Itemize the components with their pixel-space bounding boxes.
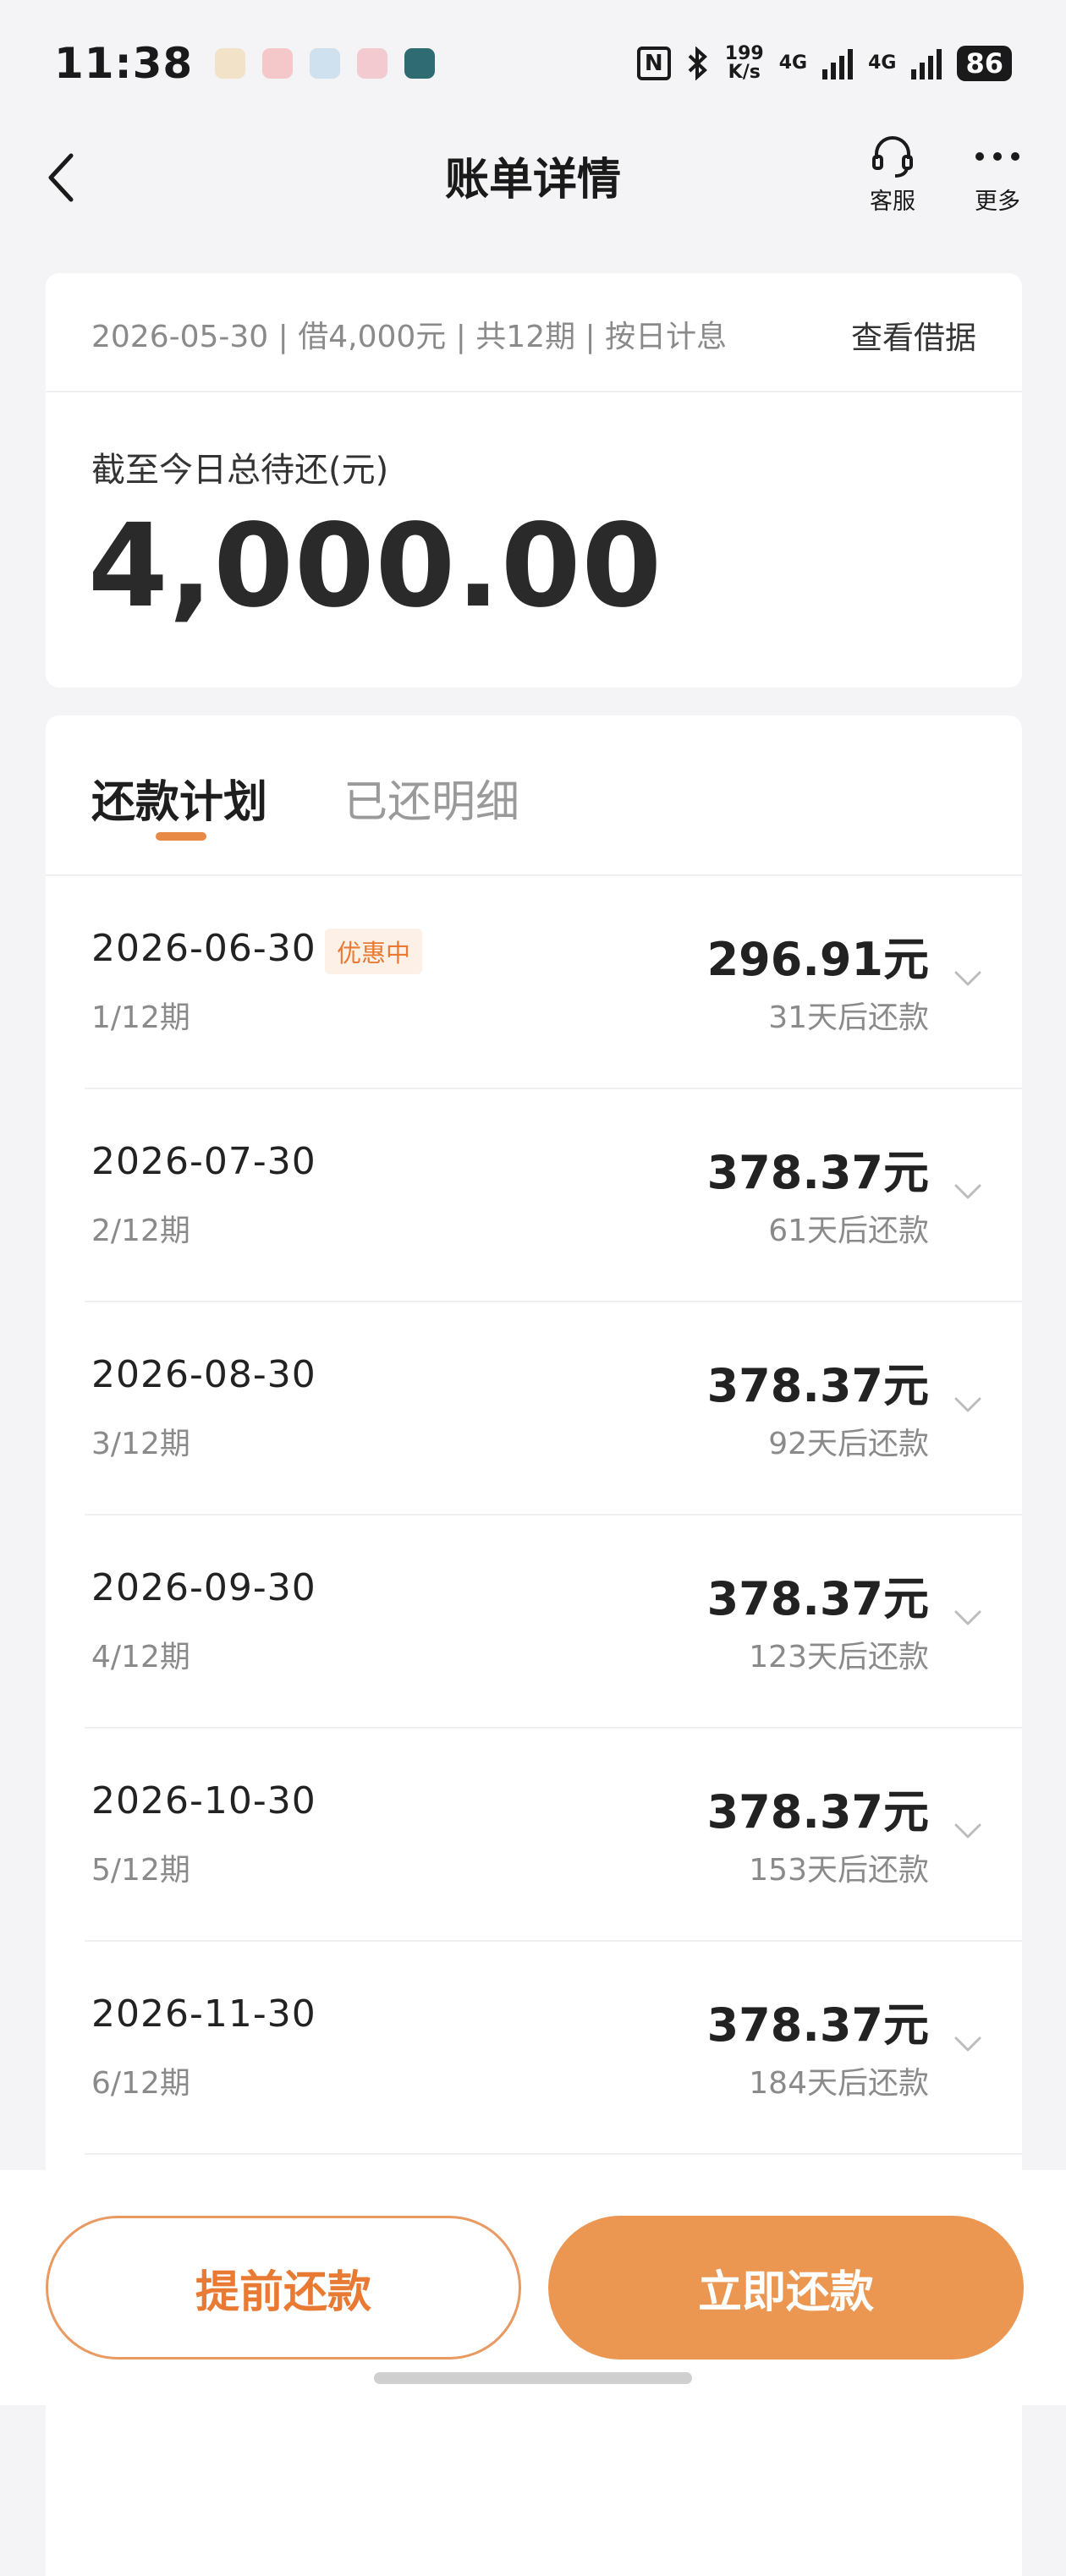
- tab-paid-details[interactable]: 已还明细: [343, 766, 519, 830]
- tab-active-indicator: [156, 832, 206, 841]
- installment-days-left: 184天后还款: [749, 2066, 929, 2101]
- installment-period: 3/12期: [91, 1427, 190, 1461]
- notification-app-icon: [357, 48, 388, 79]
- installment-amount: 378.37元: [706, 1785, 929, 1839]
- chevron-down-icon[interactable]: [951, 1600, 985, 1634]
- chevron-down-icon[interactable]: [951, 961, 985, 995]
- headset-icon: [872, 136, 913, 178]
- network-type-2: 4G: [868, 52, 897, 74]
- view-note-link[interactable]: 查看借据: [851, 312, 976, 358]
- divider: [46, 391, 1022, 392]
- network-type-1: 4G: [778, 52, 808, 74]
- chevron-down-icon[interactable]: [951, 2026, 985, 2060]
- installment-days-left: 153天后还款: [749, 1853, 929, 1888]
- installment-days-left: 61天后还款: [768, 1214, 929, 1248]
- status-bar: 11:38 N 199 K/s 4G 4G 86: [0, 0, 1066, 127]
- installment-date: 2026-06-30: [91, 927, 316, 970]
- installment-amount: 378.37元: [706, 1998, 929, 2052]
- pay-now-button[interactable]: 立即还款: [548, 2216, 1024, 2360]
- notification-app-icon: [262, 48, 294, 79]
- discount-badge: 优惠中: [325, 929, 423, 974]
- installment-date: 2026-09-30: [91, 1566, 316, 1609]
- early-repay-button[interactable]: 提前还款: [46, 2216, 521, 2360]
- chevron-down-icon[interactable]: [951, 1387, 985, 1421]
- installment-row[interactable]: 2026-06-30 1/12期 优惠中 296.91元 31天后还款: [46, 876, 1022, 1089]
- installment-days-left: 123天后还款: [749, 1640, 929, 1674]
- installment-amount: 378.37元: [706, 1359, 929, 1412]
- installment-amount: 378.37元: [706, 1146, 929, 1199]
- customer-service-label: 客服: [870, 189, 915, 215]
- notification-app-icon: [404, 48, 436, 79]
- installment-days-left: 31天后还款: [768, 1000, 929, 1035]
- installment-period: 2/12期: [91, 1214, 190, 1248]
- installment-period: 5/12期: [91, 1853, 190, 1888]
- chevron-down-icon[interactable]: [951, 1174, 985, 1208]
- status-app-icons: [215, 48, 436, 79]
- installment-date: 2026-11-30: [91, 1992, 316, 2036]
- installment-days-left: 92天后还款: [768, 1427, 929, 1461]
- more-label: 更多: [975, 189, 1020, 215]
- installment-date: 2026-10-30: [91, 1779, 316, 1822]
- installment-period: 4/12期: [91, 1640, 190, 1674]
- app-header: 账单详情 客服 更多: [0, 127, 1066, 228]
- installment-date: 2026-07-30: [91, 1140, 316, 1183]
- signal-icon: [911, 47, 942, 79]
- tab-repayment-plan[interactable]: 还款计划: [91, 766, 267, 830]
- signal-icon: [822, 47, 854, 79]
- installment-row[interactable]: 2026-09-30 4/12期 378.37元 123天后还款: [46, 1515, 1022, 1729]
- total-due-amount: 4,000.00: [88, 500, 663, 633]
- loan-meta: 2026-05-30 | 借4,000元 | 共12期 | 按日计息: [91, 320, 728, 354]
- installment-row[interactable]: 2026-10-30 5/12期 378.37元 153天后还款: [46, 1729, 1022, 1942]
- battery-icon: 86: [957, 46, 1012, 81]
- more-button[interactable]: 更多: [959, 130, 1036, 216]
- installment-amount: 296.91元: [706, 933, 929, 986]
- status-time: 11:38: [54, 39, 194, 88]
- installment-date: 2026-08-30: [91, 1353, 316, 1396]
- nfc-icon: N: [636, 47, 671, 80]
- notification-app-icon: [310, 48, 341, 79]
- more-dots-icon: [975, 152, 1019, 161]
- installment-row[interactable]: 2026-07-30 2/12期 378.37元 61天后还款: [46, 1089, 1022, 1302]
- bluetooth-icon: [688, 47, 707, 80]
- home-indicator[interactable]: [374, 2372, 692, 2384]
- chevron-down-icon[interactable]: [951, 1813, 985, 1847]
- notification-app-icon: [215, 48, 246, 79]
- installment-amount: 378.37元: [706, 1572, 929, 1625]
- summary-card: 2026-05-30 | 借4,000元 | 共12期 | 按日计息 查看借据 …: [46, 273, 1022, 688]
- bottom-action-bar: 提前还款 立即还款: [0, 2170, 1066, 2405]
- net-speed: 199 K/s: [724, 43, 764, 83]
- installment-row[interactable]: 2026-08-30 3/12期 378.37元 92天后还款: [46, 1302, 1022, 1515]
- status-right: N 199 K/s 4G 4G 86: [636, 43, 1012, 83]
- tabs: 还款计划 已还明细: [46, 715, 1022, 876]
- installment-period: 1/12期: [91, 1000, 190, 1035]
- installment-row[interactable]: 2026-11-30 6/12期 378.37元 184天后还款: [46, 1942, 1022, 2155]
- customer-service-button[interactable]: 客服: [854, 130, 931, 216]
- installment-period: 6/12期: [91, 2066, 190, 2101]
- row-divider: [85, 2153, 1022, 2155]
- total-due-label: 截至今日总待还(元): [91, 451, 389, 490]
